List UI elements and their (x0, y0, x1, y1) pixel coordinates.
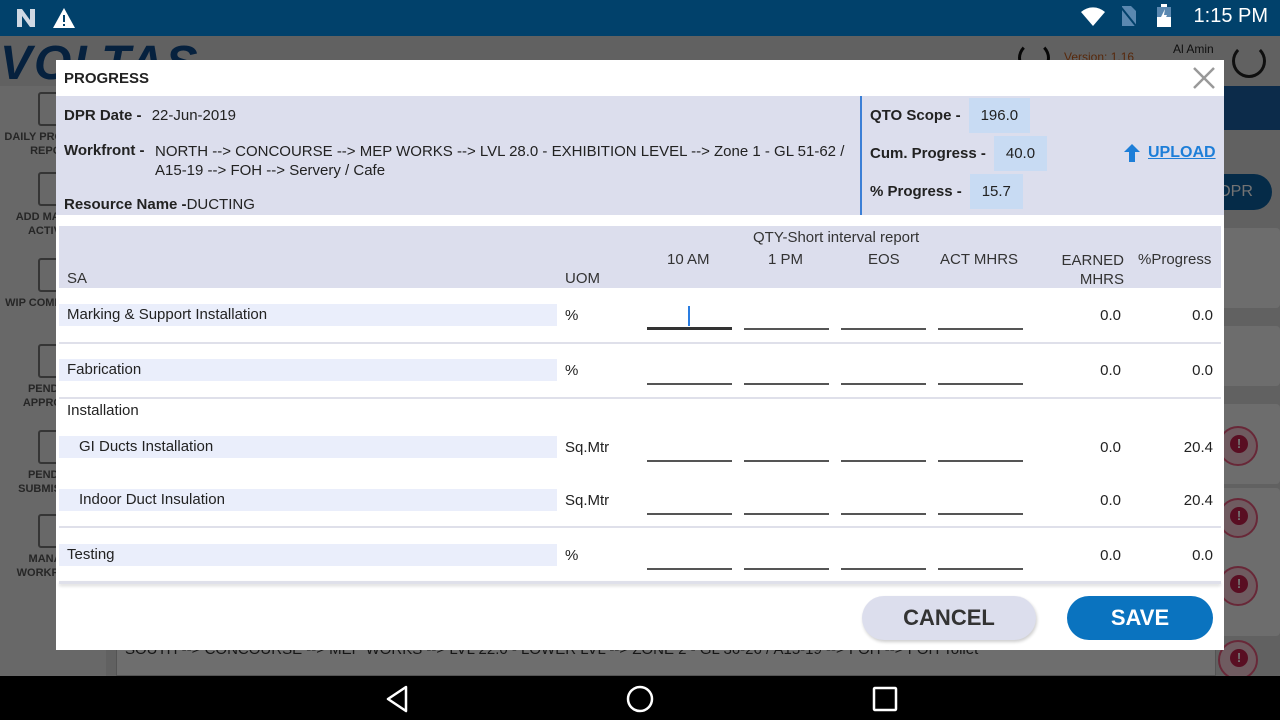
earned-mhrs-value: 0.0 (1100, 492, 1121, 509)
col-header-eos: EOS (868, 251, 900, 268)
back-button[interactable] (382, 684, 412, 714)
sa-cell: Testing (59, 544, 557, 566)
n-app-icon (14, 6, 38, 30)
dialog-title: PROGRESS (64, 70, 150, 87)
earned-mhrs-value: 0.0 (1100, 547, 1121, 564)
col-header-progress: %Progress (1138, 251, 1212, 268)
uom-cell: Sq.Mtr (565, 439, 610, 456)
earned-mhrs-value: 0.0 (1100, 362, 1121, 379)
info-panel: DPR Date - 22-Jun-2019 Workfront - NORTH… (56, 96, 1224, 215)
qty-eos-input[interactable] (841, 310, 926, 330)
col-header-sa: SA (67, 270, 88, 287)
qty-1pm-input[interactable] (744, 495, 829, 515)
workfront-value-line2: A15-19 --> FOH --> Servery / Cafe (155, 162, 386, 179)
wifi-icon (1080, 4, 1105, 28)
sa-cell: Indoor Duct Insulation (59, 489, 557, 511)
qty-eos-input[interactable] (841, 442, 926, 462)
qty-eos-input[interactable] (841, 365, 926, 385)
cum-progress-label: Cum. Progress - (870, 145, 986, 162)
progress-value: 0.0 (1192, 362, 1213, 379)
act-mhrs-input[interactable] (938, 495, 1023, 515)
status-bar: 1:15 PM (0, 0, 1280, 36)
qty-10am-input[interactable] (647, 442, 732, 462)
uom-cell: Sq.Mtr (565, 492, 610, 509)
col-header-act-mhrs: ACT MHRS (940, 251, 1019, 268)
qto-scope-label: QTO Scope - (870, 107, 961, 124)
qty-10am-input[interactable] (647, 365, 732, 385)
cum-progress-value: 40.0 (993, 136, 1048, 171)
upload-link[interactable]: UPLOAD (1124, 144, 1216, 162)
close-icon (1193, 67, 1215, 89)
qty-eos-input[interactable] (841, 495, 926, 515)
clock: 1:15 PM (1193, 4, 1268, 27)
earned-mhrs-value: 0.0 (1100, 439, 1121, 456)
no-sim-icon (1118, 4, 1142, 28)
col-header-10am: 10 AM (667, 251, 710, 268)
act-mhrs-input[interactable] (938, 550, 1023, 570)
sa-cell: GI Ducts Installation (59, 436, 557, 458)
group-label: Installation (67, 402, 139, 419)
dpr-date-label: DPR Date - (64, 107, 142, 124)
table-header: QTY-Short interval report SA UOM 10 AM 1… (59, 226, 1221, 288)
workfront-value-line1: NORTH --> CONCOURSE --> MEP WORKS --> LV… (155, 143, 845, 160)
close-button[interactable] (1190, 64, 1218, 92)
earned-mhrs-value: 0.0 (1100, 307, 1121, 324)
sa-cell: Fabrication (59, 359, 557, 381)
act-mhrs-input[interactable] (938, 365, 1023, 385)
dpr-date-value: 22-Jun-2019 (151, 107, 236, 124)
recents-icon (872, 686, 898, 712)
row-divider (59, 526, 1221, 528)
resource-name-value: DUCTING (186, 196, 255, 213)
info-divider (860, 96, 862, 215)
battery-charging-icon (1156, 4, 1180, 28)
uom-cell: % (565, 362, 579, 379)
resource-name-label: Resource Name - (64, 196, 187, 213)
progress-value: 0.0 (1192, 307, 1213, 324)
uom-cell: % (565, 547, 579, 564)
col-header-uom: UOM (565, 270, 600, 287)
pct-progress-value: 15.7 (969, 174, 1023, 209)
progress-value: 0.0 (1192, 547, 1213, 564)
pct-progress-label: % Progress - (870, 183, 962, 200)
qty-1pm-input[interactable] (744, 310, 829, 330)
qty-1pm-input[interactable] (744, 365, 829, 385)
col-header-1pm: 1 PM (768, 251, 804, 268)
qty-group-header: QTY-Short interval report (753, 229, 920, 246)
row-divider (59, 342, 1221, 344)
workfront-label: Workfront - (64, 142, 145, 159)
qty-10am-input[interactable] (647, 550, 732, 570)
upload-arrow-icon (1124, 144, 1140, 162)
warning-icon (52, 6, 76, 30)
qty-1pm-input[interactable] (744, 442, 829, 462)
save-button[interactable]: SAVE (1067, 596, 1213, 640)
uom-cell: % (565, 307, 579, 324)
back-icon (386, 685, 408, 713)
act-mhrs-input[interactable] (938, 442, 1023, 462)
act-mhrs-input[interactable] (938, 310, 1023, 330)
progress-dialog: PROGRESS DPR Date - 22-Jun-2019 Workfron… (56, 60, 1224, 650)
qty-1pm-input[interactable] (744, 550, 829, 570)
row-divider (59, 397, 1221, 399)
recents-button[interactable] (870, 684, 900, 714)
sa-cell: Marking & Support Installation (59, 304, 557, 326)
qty-eos-input[interactable] (841, 550, 926, 570)
col-header-earned-mhrs: EARNED MHRS (1061, 252, 1124, 288)
qto-scope-value: 196.0 (968, 98, 1031, 133)
cancel-button[interactable]: CANCEL (862, 596, 1036, 640)
table-bottom-border (59, 581, 1221, 584)
home-button[interactable] (625, 684, 655, 714)
qty-10am-input[interactable] (647, 495, 732, 515)
home-icon (626, 685, 654, 713)
progress-value: 20.4 (1183, 492, 1213, 509)
text-cursor (688, 306, 690, 326)
progress-value: 20.4 (1183, 439, 1213, 456)
navigation-bar (0, 676, 1280, 720)
